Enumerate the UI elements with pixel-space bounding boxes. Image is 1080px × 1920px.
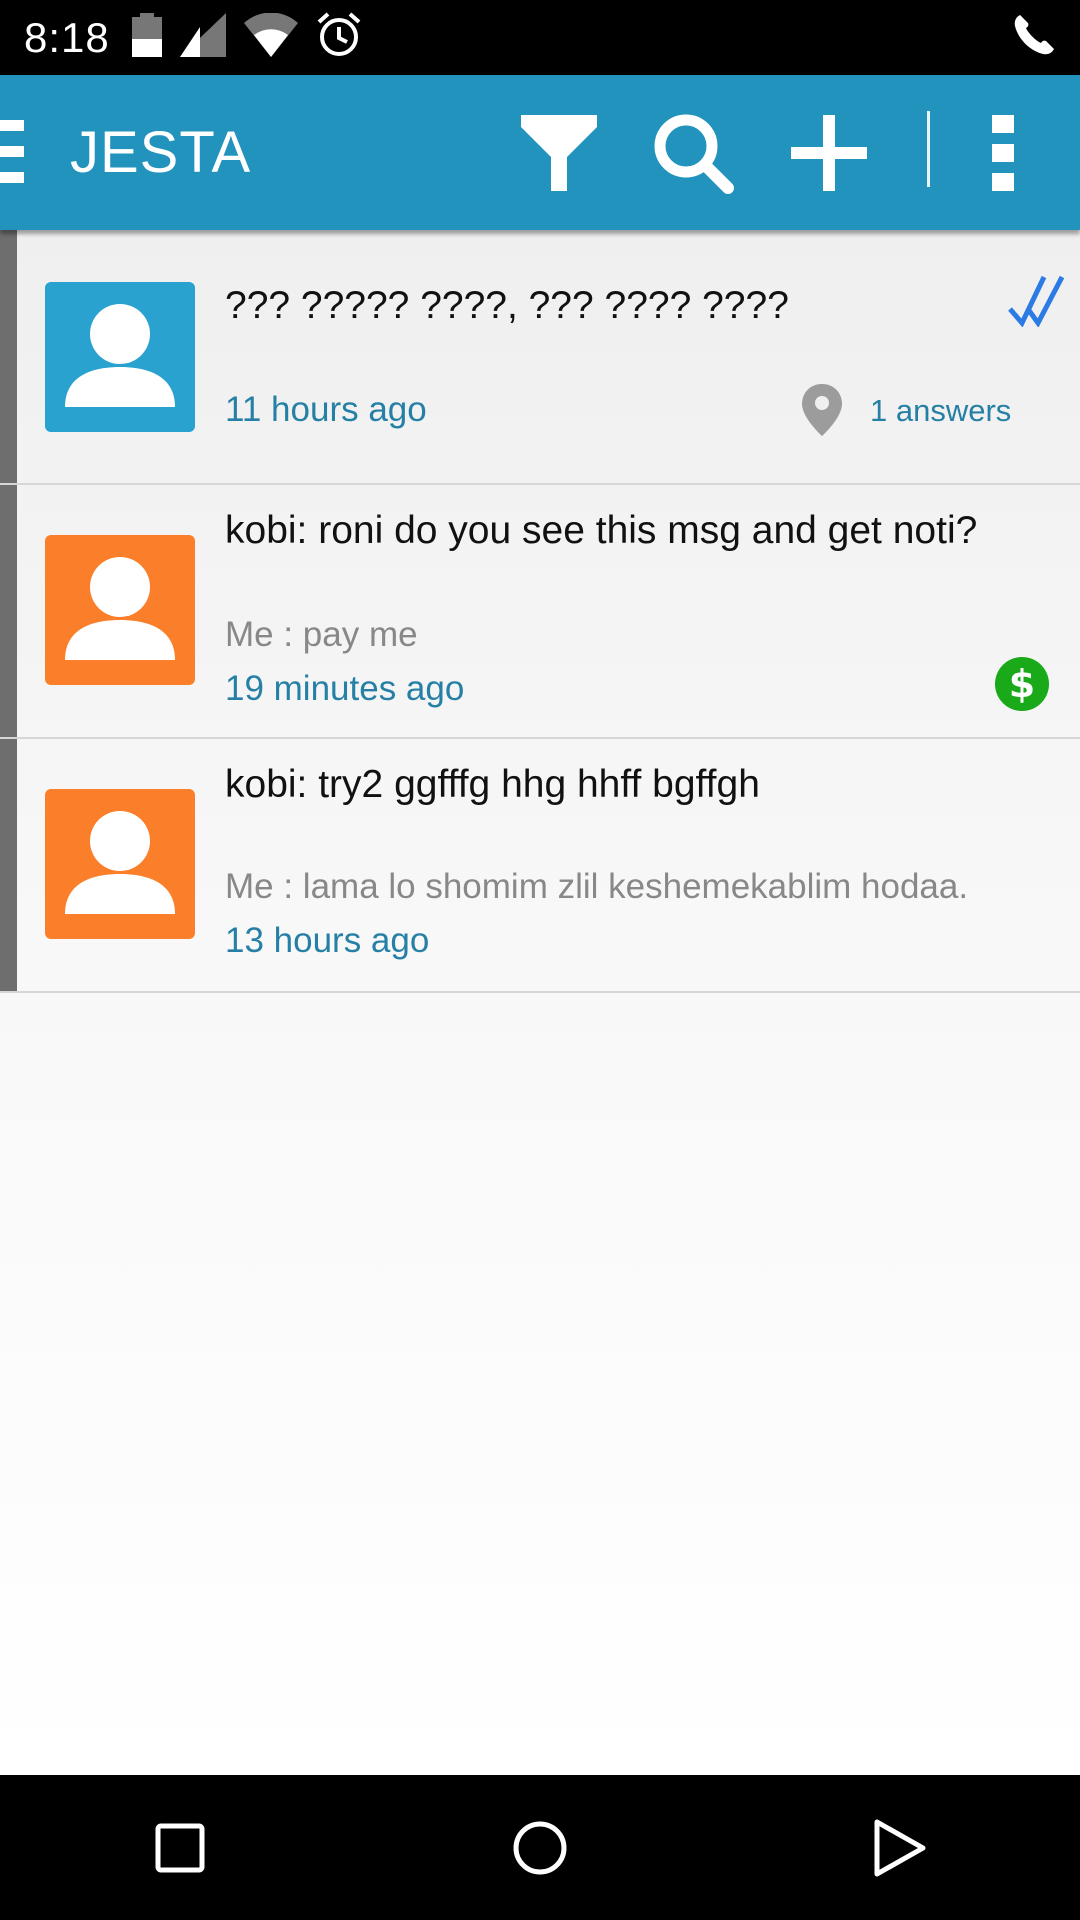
overflow-menu-button[interactable] — [956, 105, 1052, 201]
filter-icon — [521, 115, 597, 191]
conversation-subtitle: Me : pay me — [225, 615, 418, 654]
conversation-title: kobi: try2 ggfffg hhg hhff bgffgh — [225, 763, 760, 806]
list-item[interactable]: kobi: roni do you see this msg and get n… — [0, 485, 1080, 739]
recents-icon — [155, 1823, 205, 1872]
status-right — [1012, 13, 1056, 62]
phone-icon — [1012, 13, 1056, 62]
search-icon — [654, 114, 734, 194]
home-button[interactable] — [485, 1793, 595, 1903]
location-pin-icon — [800, 382, 844, 443]
back-button[interactable] — [845, 1793, 955, 1903]
conversation-title: kobi: roni do you see this msg and get n… — [225, 509, 978, 552]
answers-count: 1 answers — [870, 393, 1012, 428]
dollar-icon: $ — [995, 657, 1049, 716]
double-check-icon — [1008, 275, 1065, 332]
app-title: JESTA — [70, 120, 252, 185]
wifi-icon — [243, 12, 298, 62]
svg-text:$: $ — [1009, 662, 1035, 706]
conversation-list: ??? ????? ????, ??? ???? ???? 11 hours a… — [0, 230, 1080, 1775]
status-bar: 8:18 — [0, 0, 1080, 75]
overflow-menu-icon — [992, 115, 1014, 191]
menu-icon[interactable] — [0, 120, 24, 184]
search-button[interactable] — [645, 105, 741, 201]
add-button[interactable] — [781, 105, 877, 201]
battery-icon — [131, 13, 162, 62]
avatar — [45, 535, 195, 685]
conversation-time: 13 hours ago — [225, 921, 430, 960]
row-accent — [0, 485, 17, 737]
home-icon — [513, 1821, 567, 1874]
list-item[interactable]: kobi: try2 ggfffg hhg hhff bgffgh Me : l… — [0, 739, 1080, 993]
conversation-subtitle: Me : lama lo shomim zlil keshemekablim h… — [225, 867, 969, 906]
status-icons — [131, 12, 362, 63]
app-bar: JESTA — [0, 75, 1080, 230]
app-bar-divider — [927, 111, 930, 187]
recents-button[interactable] — [125, 1793, 235, 1903]
back-icon — [874, 1819, 926, 1876]
conversation-time: 19 minutes ago — [225, 669, 465, 708]
row-accent — [0, 739, 17, 991]
navigation-bar — [0, 1775, 1080, 1920]
conversation-title: ??? ????? ????, ??? ???? ???? — [225, 284, 789, 327]
status-time: 8:18 — [24, 13, 110, 61]
avatar — [45, 789, 195, 939]
alarm-icon — [316, 12, 362, 63]
avatar — [45, 282, 195, 432]
list-item[interactable]: ??? ????? ????, ??? ???? ???? 11 hours a… — [0, 230, 1080, 485]
screen: 8:18 JESTA ??? ????? ????, ??? ???? ????… — [0, 0, 1080, 1920]
add-icon — [791, 115, 867, 191]
signal-icon — [179, 13, 226, 62]
conversation-time: 11 hours ago — [225, 390, 427, 429]
row-accent — [0, 230, 17, 483]
filter-button[interactable] — [511, 105, 607, 201]
